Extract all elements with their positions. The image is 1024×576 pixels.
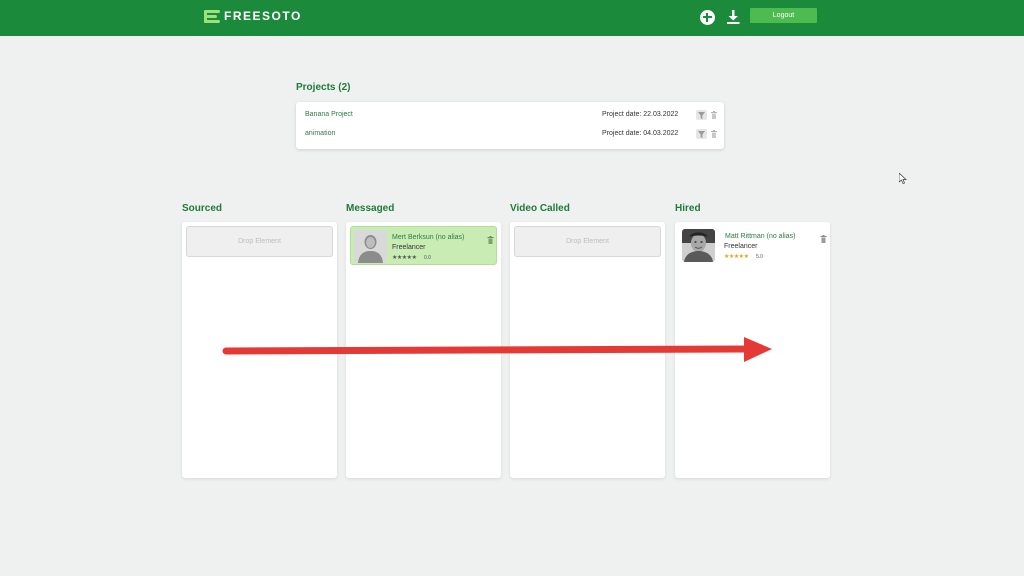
trash-icon[interactable] [820, 230, 827, 243]
column-title-messaged: Messaged [346, 203, 395, 214]
column-title-sourced: Sourced [182, 203, 223, 214]
rating-value: 0.0 [424, 255, 431, 261]
avatar [682, 229, 715, 262]
star-icon: ★ [411, 255, 417, 261]
trash-icon[interactable] [710, 110, 718, 120]
filter-icon[interactable] [696, 129, 707, 139]
plus-circle-icon[interactable] [698, 8, 716, 26]
project-row[interactable]: Banana Project Project date: 22.03.2022 [296, 106, 724, 125]
top-navbar: FREESOTO Logout [0, 0, 1024, 36]
projects-list: Banana Project Project date: 22.03.2022 … [296, 102, 724, 149]
column-hired[interactable]: Matt Rittman (no alias) Freelancer ★★★★★… [675, 222, 830, 478]
rating-stars: ★★★★★ [724, 253, 749, 260]
column-messaged[interactable]: Mert Berksun (no alias) Freelancer ★★★★★… [346, 222, 501, 478]
column-title-video-called: Video Called [510, 203, 570, 214]
column-sourced[interactable]: Drop Element [182, 222, 337, 478]
logout-button[interactable]: Logout [750, 8, 817, 23]
download-icon[interactable] [724, 8, 742, 26]
candidate-name[interactable]: Matt Rittman (no alias) [725, 233, 795, 240]
project-row[interactable]: animation Project date: 04.03.2022 [296, 125, 724, 144]
project-name[interactable]: animation [305, 130, 335, 137]
projects-title: Projects (2) [296, 82, 351, 93]
candidate-role: Freelancer [392, 244, 426, 251]
drop-zone[interactable]: Drop Element [514, 226, 661, 257]
column-title-hired: Hired [675, 203, 701, 214]
drop-zone[interactable]: Drop Element [186, 226, 333, 257]
rating-stars: ★★★★★ [392, 254, 417, 261]
candidate-card[interactable]: Matt Rittman (no alias) Freelancer ★★★★★… [679, 226, 827, 265]
candidate-card[interactable]: Mert Berksun (no alias) Freelancer ★★★★★… [350, 226, 497, 265]
logo-text: FREESOTO [224, 9, 302, 23]
column-video-called[interactable]: Drop Element [510, 222, 665, 478]
trash-icon[interactable] [487, 231, 494, 244]
logo-mark-icon [204, 9, 220, 23]
project-name[interactable]: Banana Project [305, 111, 353, 118]
candidate-name[interactable]: Mert Berksun (no alias) [392, 234, 464, 241]
candidate-role: Freelancer [724, 243, 758, 250]
filter-icon[interactable] [696, 110, 707, 120]
rating-value: 5.0 [756, 254, 763, 260]
project-date: Project date: 22.03.2022 [602, 111, 679, 118]
project-date: Project date: 04.03.2022 [602, 130, 679, 137]
avatar [354, 230, 387, 263]
mouse-cursor-icon [898, 171, 907, 189]
star-icon: ★ [743, 254, 749, 260]
trash-icon[interactable] [710, 129, 718, 139]
logo[interactable]: FREESOTO [204, 9, 302, 23]
